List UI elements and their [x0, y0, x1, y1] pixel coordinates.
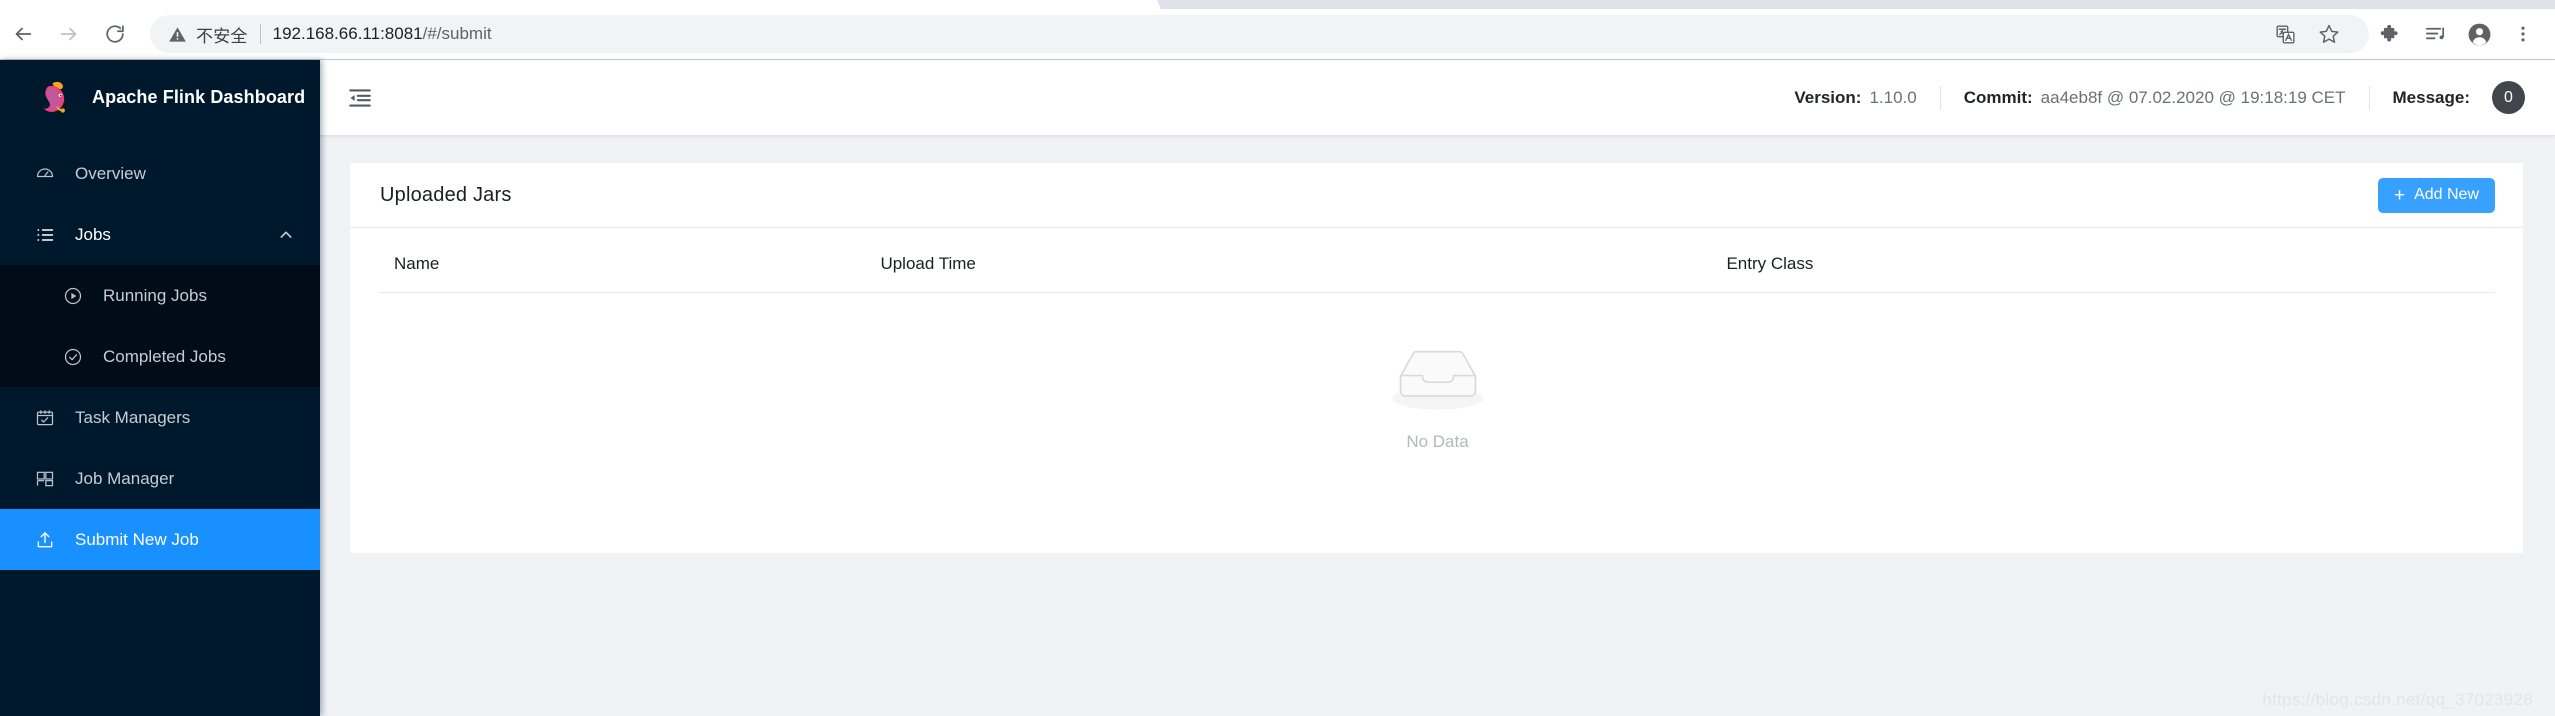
flink-dashboard-app: Apache Flink Dashboard Overview Jobs Run… — [0, 60, 2555, 716]
column-header-entry-class[interactable]: Entry Class — [1712, 228, 2495, 293]
add-new-button[interactable]: + Add New — [2377, 177, 2495, 213]
empty-box-icon — [1386, 341, 1490, 420]
chevron-up-icon[interactable] — [278, 227, 294, 243]
flink-squirrel-logo-icon — [34, 77, 76, 119]
task-board-icon — [34, 407, 56, 429]
column-header-upload-time[interactable]: Upload Time — [866, 228, 1713, 293]
column-header-name[interactable]: Name — [380, 228, 867, 293]
app-header: Version: 1.10.0 Commit: aa4eb8f @ 07.02.… — [320, 60, 2555, 135]
content-area: Uploaded Jars + Add New Name Upload Time… — [320, 135, 2555, 716]
sidebar-item-label: Overview — [75, 163, 146, 183]
message-count-badge[interactable]: 0 — [2492, 81, 2525, 114]
address-bar-url: 192.168.66.11:8081/#/submit — [273, 24, 492, 44]
sidebar-item-label: Completed Jobs — [103, 346, 226, 366]
card-header: Uploaded Jars + Add New — [350, 163, 2523, 228]
commit-value: aa4eb8f @ 07.02.2020 @ 19:18:19 CET — [2040, 87, 2346, 107]
version-label: Version: — [1794, 87, 1862, 107]
empty-state-text: No Data — [1406, 431, 1469, 451]
table-header-row: Name Upload Time Entry Class — [380, 228, 2495, 293]
empty-state: No Data — [380, 293, 2495, 499]
url-path: /#/submit — [422, 24, 492, 43]
header-divider — [1939, 85, 1941, 110]
play-circle-icon — [62, 285, 84, 307]
sidebar-item-jobs[interactable]: Jobs — [0, 204, 320, 265]
sidebar-brand[interactable]: Apache Flink Dashboard — [0, 60, 320, 135]
header-divider — [2368, 85, 2370, 110]
browser-chrome: 不安全 192.168.66.11:8081/#/submit — [0, 0, 2555, 60]
cluster-icon — [34, 468, 56, 490]
browser-tab[interactable] — [0, 0, 1145, 9]
omnibox-divider — [259, 24, 261, 44]
list-icon — [34, 224, 56, 246]
sidebar-item-label: Task Managers — [75, 407, 191, 427]
media-playlist-icon[interactable] — [2413, 12, 2457, 56]
sidebar-menu: Overview Jobs Running Jobs Completed Job… — [0, 143, 320, 570]
page-title: Uploaded Jars — [380, 183, 512, 206]
back-button[interactable] — [0, 11, 46, 57]
sidebar-submenu-jobs: Running Jobs Completed Jobs — [0, 265, 320, 387]
header-meta: Version: 1.10.0 Commit: aa4eb8f @ 07.02.… — [1794, 81, 2555, 114]
browser-toolbar-actions — [2369, 12, 2555, 56]
upload-icon — [34, 529, 56, 551]
sidebar-item-job-manager[interactable]: Job Manager — [0, 448, 320, 509]
uploaded-jars-table: Name Upload Time Entry Class — [380, 228, 2495, 293]
sidebar-item-running-jobs[interactable]: Running Jobs — [0, 265, 320, 326]
check-circle-icon — [62, 346, 84, 368]
menu-fold-icon[interactable] — [342, 80, 378, 116]
profile-avatar-icon[interactable] — [2457, 12, 2501, 56]
sidebar: Apache Flink Dashboard Overview Jobs Run… — [0, 60, 320, 716]
forward-button[interactable] — [46, 11, 92, 57]
sidebar-brand-title: Apache Flink Dashboard — [92, 87, 306, 107]
commit-label: Commit: — [1963, 87, 2033, 107]
not-secure-label: 不安全 — [196, 26, 248, 46]
sidebar-item-completed-jobs[interactable]: Completed Jobs — [0, 326, 320, 387]
sidebar-item-overview[interactable]: Overview — [0, 143, 320, 204]
add-new-label: Add New — [2414, 186, 2479, 203]
extensions-puzzle-icon[interactable] — [2369, 12, 2413, 56]
card-body: Name Upload Time Entry Class No Data — [350, 228, 2523, 499]
bookmark-star-icon[interactable] — [2307, 12, 2351, 56]
reload-button[interactable] — [92, 11, 138, 57]
sidebar-item-task-managers[interactable]: Task Managers — [0, 387, 320, 448]
message-label: Message: — [2392, 87, 2470, 107]
sidebar-item-submit-new-job[interactable]: Submit New Job — [0, 509, 320, 570]
watermark: https://blog.csdn.net/qq_37023928 — [2262, 690, 2533, 709]
version-value: 1.10.0 — [1869, 87, 1917, 107]
table-header: Name Upload Time Entry Class — [380, 228, 2495, 293]
not-secure-warning-icon — [168, 25, 187, 44]
browser-toolbar: 不安全 192.168.66.11:8081/#/submit — [0, 9, 2555, 60]
sidebar-item-label: Jobs — [75, 224, 111, 244]
sidebar-item-label: Job Manager — [75, 468, 175, 488]
url-host: 192.168.66.11:8081 — [272, 24, 423, 43]
translate-icon[interactable] — [2263, 12, 2307, 56]
address-bar[interactable]: 不安全 192.168.66.11:8081/#/submit — [150, 15, 2369, 53]
browser-tabstrip — [0, 0, 2555, 9]
sidebar-item-label: Running Jobs — [103, 285, 207, 305]
uploaded-jars-card: Uploaded Jars + Add New Name Upload Time… — [350, 163, 2523, 553]
browser-menu-icon[interactable] — [2501, 12, 2545, 56]
sidebar-item-label: Submit New Job — [75, 529, 199, 549]
dashboard-icon — [34, 163, 56, 185]
plus-icon: + — [2393, 184, 2406, 206]
